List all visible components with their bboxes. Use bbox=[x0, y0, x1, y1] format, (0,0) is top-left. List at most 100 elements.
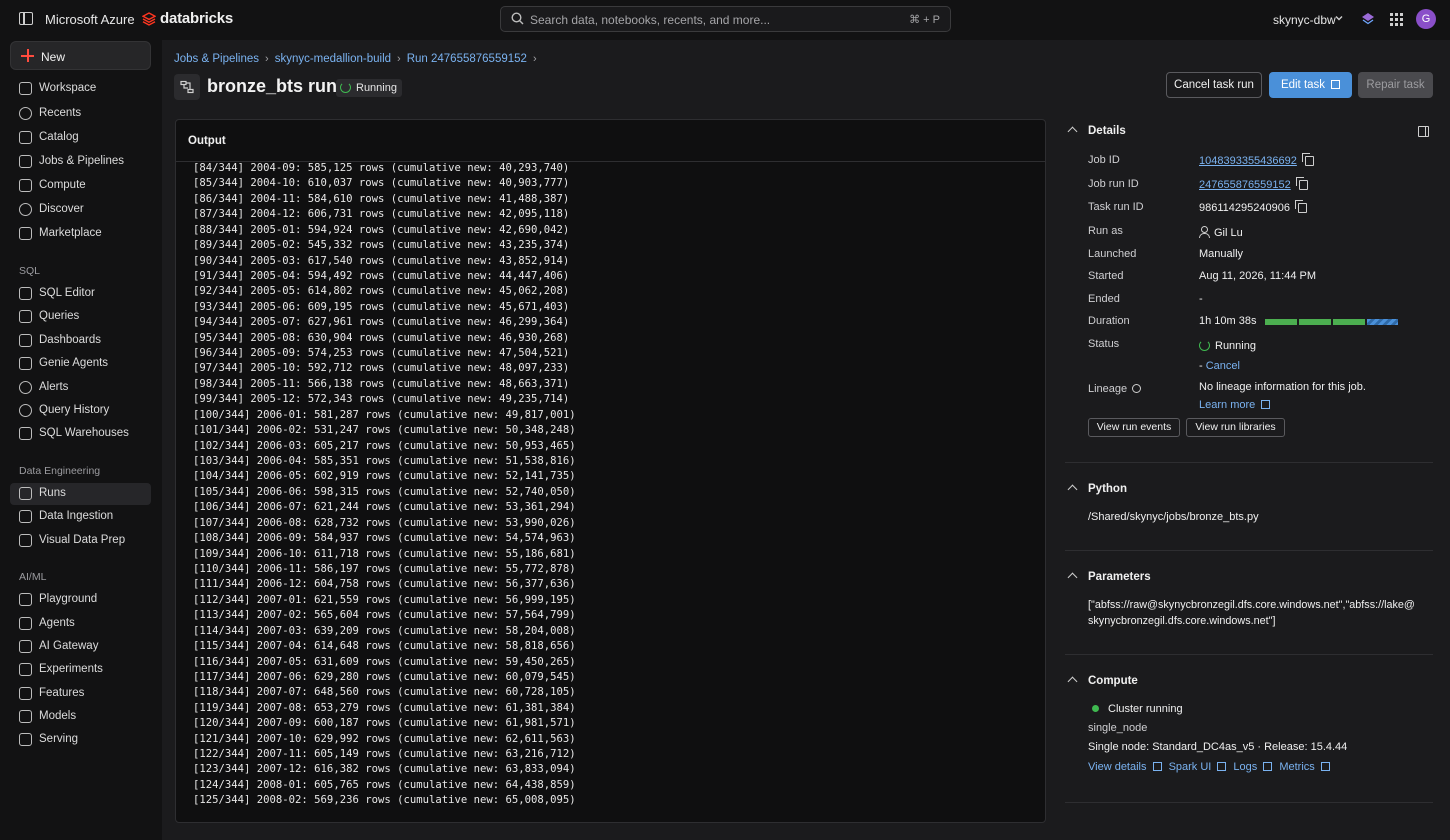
duration-segment bbox=[1299, 319, 1331, 325]
cluster-spec: Single node: Standard_DC4as_v5 · Release… bbox=[1088, 741, 1348, 753]
user-avatar[interactable]: G bbox=[1416, 9, 1436, 29]
sidebar-item-compute[interactable]: Compute bbox=[10, 175, 151, 197]
breadcrumb-run[interactable]: Run 247655876559152 bbox=[407, 53, 527, 65]
learn-more-link[interactable]: Learn more bbox=[1199, 399, 1255, 411]
cancel-run-link[interactable]: Cancel bbox=[1206, 360, 1240, 372]
output-panel[interactable]: Output [84/344] 2004-09: 585,125 rows (c… bbox=[175, 119, 1046, 823]
sidebar-item-marketplace[interactable]: Marketplace bbox=[10, 223, 151, 245]
info-icon[interactable] bbox=[1132, 384, 1142, 393]
logs-link[interactable]: Logs bbox=[1233, 761, 1257, 773]
workspace-switcher[interactable]: skynyc-dbw bbox=[1273, 13, 1336, 27]
log-line: [125/344] 2008-02: 569,236 rows (cumulat… bbox=[193, 794, 576, 807]
runs-icon bbox=[19, 487, 32, 500]
catalog-icon bbox=[19, 131, 32, 144]
section-divider bbox=[1065, 462, 1433, 463]
search-icon bbox=[511, 12, 524, 25]
duration-segment bbox=[1333, 319, 1365, 325]
output-log[interactable]: [84/344] 2004-09: 585,125 rows (cumulati… bbox=[193, 161, 1033, 809]
launched-label: Launched bbox=[1088, 248, 1137, 260]
toggle-sidebar-icon[interactable] bbox=[19, 12, 33, 25]
sidebar-item-visual-data-prep[interactable]: Visual Data Prep bbox=[10, 530, 151, 552]
sidebar-item-sql-editor[interactable]: SQL Editor bbox=[10, 283, 151, 305]
log-line: [109/344] 2006-10: 611,718 rows (cumulat… bbox=[193, 547, 576, 560]
compass-icon bbox=[19, 203, 32, 216]
sidebar-item-catalog[interactable]: Catalog bbox=[10, 127, 151, 149]
breadcrumb-job[interactable]: skynyc-medallion-build bbox=[275, 53, 391, 65]
top-bar: Microsoft Azure databricks Search data, … bbox=[0, 0, 1450, 40]
dashboard-icon bbox=[19, 334, 32, 347]
global-search-input[interactable]: Search data, notebooks, recents, and mor… bbox=[500, 6, 951, 32]
view-run-events-button[interactable]: View run events bbox=[1088, 418, 1180, 437]
log-line: [123/344] 2007-12: 616,382 rows (cumulat… bbox=[193, 763, 576, 776]
breadcrumb-jobs-pipelines[interactable]: Jobs & Pipelines bbox=[174, 53, 259, 65]
copy-icon[interactable] bbox=[1295, 177, 1308, 190]
section-divider bbox=[1065, 802, 1433, 803]
lineage-label: Lineage bbox=[1088, 383, 1142, 395]
playground-icon bbox=[19, 593, 32, 606]
metrics-link[interactable]: Metrics bbox=[1279, 761, 1314, 773]
task-run-id-value: 986114295240906 bbox=[1199, 200, 1307, 214]
agent-icon bbox=[19, 617, 32, 630]
external-link-icon bbox=[1261, 400, 1271, 409]
sidebar-item-workspace[interactable]: Workspace bbox=[10, 78, 151, 100]
sidebar-item-recents[interactable]: Recents bbox=[10, 103, 151, 125]
sidebar-item-playground[interactable]: Playground bbox=[10, 589, 151, 611]
sidebar-item-serving[interactable]: Serving bbox=[10, 729, 151, 751]
duration-progress-bar bbox=[1265, 319, 1398, 325]
sidebar-item-sql-warehouses[interactable]: SQL Warehouses bbox=[10, 423, 151, 445]
main-content: Jobs & Pipelines › skynyc-medallion-build ›… bbox=[162, 40, 1450, 840]
gateway-icon bbox=[19, 640, 32, 653]
log-line: [119/344] 2007-08: 653,279 rows (cumulat… bbox=[193, 701, 576, 714]
sidebar-item-jobs-pipelines[interactable]: Jobs & Pipelines bbox=[10, 151, 151, 173]
log-line: [99/344] 2005-12: 572,343 rows (cumulati… bbox=[193, 393, 570, 406]
brand-name[interactable]: databricks bbox=[160, 10, 233, 27]
sidebar-item-alerts[interactable]: Alerts bbox=[10, 377, 151, 399]
apps-grid-icon[interactable] bbox=[1390, 13, 1403, 26]
query-icon bbox=[19, 310, 32, 323]
run-as-value: Gil Lu bbox=[1199, 225, 1243, 239]
chevron-down-icon[interactable] bbox=[1335, 14, 1343, 22]
new-button[interactable]: New bbox=[10, 41, 151, 70]
sidebar-item-features[interactable]: Features bbox=[10, 683, 151, 705]
spark-ui-link[interactable]: Spark UI bbox=[1169, 761, 1212, 773]
serving-icon bbox=[19, 733, 32, 746]
copy-icon[interactable] bbox=[1294, 200, 1307, 213]
cancel-run-row: - Cancel bbox=[1199, 360, 1240, 372]
sidebar-item-queries[interactable]: Queries bbox=[10, 306, 151, 328]
log-line: [90/344] 2005-03: 617,540 rows (cumulati… bbox=[193, 254, 570, 267]
log-line: [105/344] 2006-06: 598,315 rows (cumulat… bbox=[193, 485, 576, 498]
sidebar-item-runs[interactable]: Runs bbox=[10, 483, 151, 505]
view-run-libraries-button[interactable]: View run libraries bbox=[1186, 418, 1285, 437]
running-icon bbox=[340, 82, 351, 93]
sidebar-item-query-history[interactable]: Query History bbox=[10, 400, 151, 422]
sidebar-item-genie-agents[interactable]: Genie Agents bbox=[10, 353, 151, 375]
job-run-id-label: Job run ID bbox=[1088, 178, 1139, 190]
view-details-link[interactable]: View details bbox=[1088, 761, 1147, 773]
sidebar-item-experiments[interactable]: Experiments bbox=[10, 659, 151, 681]
sidebar-item-ai-gateway[interactable]: AI Gateway bbox=[10, 636, 151, 658]
learn-more-row: Learn more bbox=[1199, 399, 1271, 411]
sidebar-item-data-ingestion[interactable]: Data Ingestion bbox=[10, 506, 151, 528]
cluster-mode: single_node bbox=[1088, 722, 1148, 734]
status-badge: Running bbox=[336, 79, 402, 97]
chevron-up-icon bbox=[1067, 126, 1078, 137]
sidebar-item-discover[interactable]: Discover bbox=[10, 199, 151, 221]
launched-value: Manually bbox=[1199, 248, 1244, 260]
sidebar-item-dashboards[interactable]: Dashboards bbox=[10, 330, 151, 352]
job-run-id-link[interactable]: 247655876559152 bbox=[1199, 179, 1291, 191]
copy-icon[interactable] bbox=[1301, 153, 1314, 166]
repair-task-button[interactable]: Repair task bbox=[1358, 72, 1433, 98]
clock-icon bbox=[19, 107, 32, 120]
run-as-label: Run as bbox=[1088, 225, 1123, 237]
sidebar-item-agents[interactable]: Agents bbox=[10, 613, 151, 635]
assistant-icon[interactable] bbox=[1361, 12, 1375, 26]
task-run-icon bbox=[174, 74, 200, 100]
workflow-icon bbox=[19, 155, 32, 168]
feature-icon bbox=[19, 687, 32, 700]
external-link-icon bbox=[1263, 762, 1273, 771]
cancel-task-run-button[interactable]: Cancel task run bbox=[1166, 72, 1262, 98]
sidebar-item-models[interactable]: Models bbox=[10, 706, 151, 728]
job-id-link[interactable]: 1048393355436692 bbox=[1199, 155, 1297, 167]
collapse-panel-icon[interactable] bbox=[1418, 126, 1429, 137]
edit-task-button[interactable]: Edit task bbox=[1269, 72, 1352, 98]
